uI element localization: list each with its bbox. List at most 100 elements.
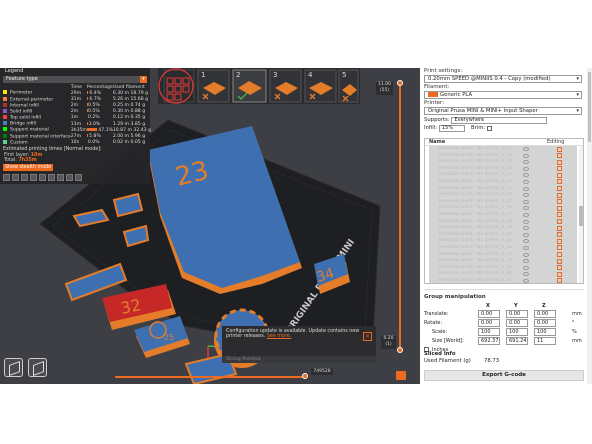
see-more-link[interactable]: See more. [267,334,291,339]
sidebar-scrollbar[interactable] [587,68,592,384]
translate-z-input[interactable]: 0.00 [534,310,556,318]
edit-icon[interactable] [557,153,562,159]
legend-row[interactable]: Support material 3h35m 47.1% 10.87 m 32.43 … [3,127,151,133]
eye-icon[interactable] [523,259,529,264]
list-item[interactable]: Beeswax Build - No Dimm_d_30 [429,231,577,239]
edit-icon[interactable] [557,252,562,257]
list-item[interactable]: Beeswax Build - No Dimm_d_25 [429,198,577,206]
list-item[interactable]: Beeswax Build - No Dimm_d_31 [429,238,577,245]
edit-icon[interactable] [557,199,562,205]
3d-view-icon[interactable] [4,358,23,377]
edit-icon[interactable] [557,192,562,198]
list-item[interactable]: Beeswax Build - No Dimm_d_18 [429,152,577,160]
eye-icon[interactable] [523,186,529,191]
eye-icon[interactable] [523,278,529,283]
list-item[interactable]: Beeswax Build - No Dimm_d_37 [429,277,577,283]
edit-icon[interactable] [557,172,562,178]
eye-icon[interactable] [523,199,529,204]
eye-icon[interactable] [523,206,529,211]
edit-icon[interactable] [557,271,562,277]
color-changes-toggle-icon[interactable] [57,173,64,181]
deretractions-toggle-icon[interactable] [30,173,37,181]
eye-icon[interactable] [523,179,529,184]
lock-icon[interactable] [396,371,406,380]
shells-toggle-icon[interactable] [66,173,73,181]
legend-row[interactable]: Solid infill 2m 0.5% 0.30 m 0.88 g [3,108,151,115]
edit-icon[interactable] [557,186,562,192]
close-icon[interactable]: × [363,332,372,341]
list-item[interactable]: Beeswax Build - No Dimm_d_20 [429,165,577,173]
eye-icon[interactable] [523,245,529,250]
scale-x-input[interactable]: 100 [478,328,500,336]
size-y-input[interactable]: 691.24 [506,337,528,345]
list-item[interactable]: Beeswax Build - No Dimm_d_23 [429,185,577,193]
eye-icon[interactable] [523,173,529,178]
travel-toggle-icon[interactable] [3,173,10,181]
edit-icon[interactable] [557,265,562,271]
horizontal-slider-track[interactable] [115,376,305,378]
edit-icon[interactable] [557,238,562,244]
legend-row[interactable]: Perimeter 29m 6.4% 6.30 m 18.79 g [3,90,151,96]
list-item[interactable]: Beeswax Build - No Dimm_d_33 [429,251,577,259]
layer-slider-lower-thumb[interactable] [397,347,403,353]
export-gcode-button[interactable]: Export G-code [424,370,584,381]
edit-icon[interactable] [557,146,562,152]
legend-row[interactable]: Custom 10s 0.0% 0.02 m 0.05 g [3,139,151,146]
scale-z-input[interactable]: 100 [534,328,556,336]
wipe-toggle-icon[interactable] [12,173,19,181]
legend-row[interactable]: Top solid infill 1m 0.2% 0.12 m 0.35 g [3,115,151,121]
sidebar-scroll-thumb[interactable] [588,72,591,142]
filament-select[interactable]: Generic PLA ▾ [424,91,582,99]
edit-icon[interactable] [557,232,562,238]
eye-icon[interactable] [523,226,529,231]
legend-row[interactable]: Support material interface 27m 5.8% 2.00 m … [3,133,151,139]
list-item[interactable]: Beeswax Build - No Dimm_d_29 [429,225,577,232]
eye-icon[interactable] [523,272,529,277]
object-list[interactable]: Name Editing Beeswax Build - No Dimm_d_1… [424,138,584,284]
legend-row[interactable]: External perimeter 31m 6.7% 5.26 m 15.68 g [3,96,151,102]
list-item[interactable]: Beeswax Build - No Dimm_d_28 [429,218,577,226]
supports-select[interactable]: Everywhere [451,116,548,124]
list-item[interactable]: Beeswax Build - No Dimm_d_34 [429,258,577,265]
eye-icon[interactable] [523,232,529,237]
edit-icon[interactable] [557,219,562,225]
seams-toggle-icon[interactable] [39,173,46,181]
eye-icon[interactable] [523,212,529,217]
edit-icon[interactable] [557,258,562,264]
list-item[interactable]: Beeswax Build - No Dimm_d_32 [429,244,577,252]
list-item[interactable]: Beeswax Build - No Dimm_d_36 [429,271,577,278]
list-item[interactable]: Beeswax Build - No Dimm_d_17 [429,146,577,153]
tool-marker-toggle-icon[interactable] [75,173,82,181]
edit-icon[interactable] [557,166,562,172]
list-item[interactable]: Beeswax Build - No Dimm_d_19 [429,159,577,166]
list-item[interactable]: Beeswax Build - No Dimm_d_24 [429,192,577,199]
edit-icon[interactable] [557,179,562,185]
rotate-y-input[interactable]: 0.00 [506,319,528,327]
eye-icon[interactable] [523,193,529,198]
tool-changes-toggle-icon[interactable] [48,173,55,181]
list-item[interactable]: Beeswax Build - No Dimm_d_27 [429,211,577,219]
3d-viewport[interactable]: 1 2 3 4 5 ORIGINAL PRUSA MINI 23 [0,68,420,384]
list-item[interactable]: Beeswax Build - No Dimm_d_26 [429,205,577,212]
print-settings-select[interactable]: 0.20mm SPEED @MINIIS 0.4 - Copy (modifie… [424,75,582,83]
list-item[interactable]: Beeswax Build - No Dimm_d_22 [429,178,577,186]
translate-x-input[interactable]: 0.00 [478,310,500,318]
size-x-input[interactable]: 692.37 [478,337,500,345]
legend-view-select[interactable]: Feature type ▾ [3,76,147,83]
edit-icon[interactable] [557,278,562,283]
eye-icon[interactable] [523,219,529,224]
edit-icon[interactable] [557,205,562,211]
infill-select[interactable]: 15% [438,124,465,132]
object-list-scrollbar[interactable] [579,146,583,283]
show-stealth-mode-button[interactable]: Show stealth mode [3,163,54,171]
eye-icon[interactable] [523,160,529,165]
edit-icon[interactable] [557,212,562,218]
object-list-scroll-thumb[interactable] [579,206,583,226]
printer-select[interactable]: Original Prusa MINI & MINI+ Input Shaper… [424,107,582,115]
eye-icon[interactable] [523,166,529,171]
list-item[interactable]: Beeswax Build - No Dimm_d_21 [429,172,577,179]
scale-y-input[interactable]: 100 [506,328,528,336]
brim-checkbox[interactable] [487,125,493,131]
eye-icon[interactable] [523,153,529,158]
legend-row[interactable]: Bridge infill 13m 3.0% 1.29 m 3.85 g [3,121,151,127]
